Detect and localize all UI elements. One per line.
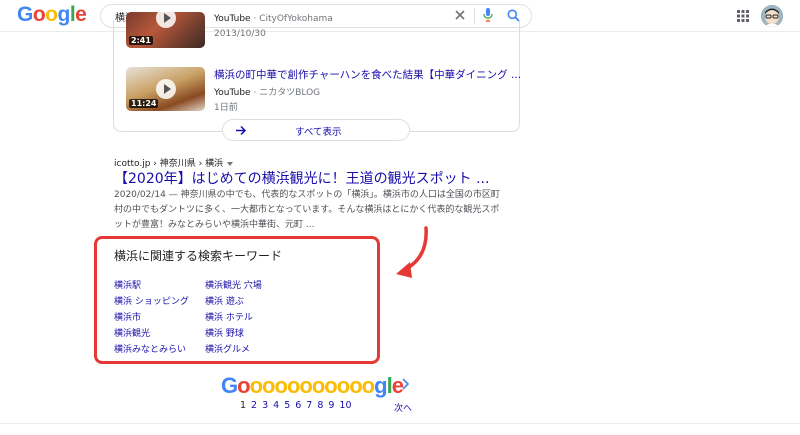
video-source-separator: ·: [250, 88, 260, 98]
video-title[interactable]: 横浜の町中華で創作チャーハンを食べた結果【中華ダイニング ...: [214, 67, 521, 82]
page-number-link[interactable]: 8: [317, 400, 323, 411]
video-date: 1日前: [214, 103, 238, 113]
related-search-link[interactable]: 横浜観光 穴場: [205, 278, 262, 291]
related-search-link[interactable]: 横浜市: [114, 310, 141, 323]
result-title-link[interactable]: 【2020年】はじめての横浜観光に！王道の観光スポット ...: [114, 168, 489, 188]
page-numbers: 1 2 3 4 5 6 7 8 9 10: [240, 400, 357, 411]
page-number-link[interactable]: 7: [306, 400, 312, 411]
logo-letter-e: e: [75, 3, 87, 26]
chevron-right-icon[interactable]: [401, 378, 409, 390]
video-duration: 11:24: [129, 99, 159, 108]
page-number-link[interactable]: 10: [339, 400, 351, 411]
video-channel: ニカタツBLOG: [259, 88, 321, 98]
logo-letter-g2: g: [57, 3, 71, 26]
video-source: YouTube · CityOfYokohama: [214, 14, 333, 24]
related-search-link[interactable]: 横浜 野球: [205, 326, 244, 339]
snippet-line: 2020/02/14 — 神奈川県の中でも、代表的なスポットの「横浜」。横浜市の…: [114, 190, 500, 200]
page-number-link[interactable]: 2: [251, 400, 257, 411]
next-page-link[interactable]: 次へ: [394, 401, 412, 414]
snippet-line: 村の中でもダントツに多く、一大都市となっています。そんな横浜はとにかく代表的な観…: [114, 205, 500, 215]
page-number-link[interactable]: 4: [273, 400, 279, 411]
related-search-link[interactable]: 横浜 遊ぶ: [205, 294, 244, 307]
show-all-button[interactable]: すべて表示: [222, 119, 410, 141]
logo-letter-g: G: [17, 3, 33, 26]
related-search-link[interactable]: 横浜観光: [114, 326, 150, 339]
logo-letter-o1: o: [32, 3, 46, 26]
related-search-link[interactable]: 横浜みなとみらい: [114, 342, 186, 355]
show-all-label: すべて表示: [295, 127, 342, 138]
related-search-link[interactable]: 横浜グルメ: [205, 342, 250, 355]
result-snippet: 2020/02/14 — 神奈川県の中でも、代表的なスポットの「横浜」。横浜市の…: [114, 188, 512, 233]
video-source-name: YouTube: [214, 14, 251, 24]
chevron-down-icon[interactable]: [227, 161, 234, 166]
video-source-name: YouTube: [214, 88, 251, 98]
related-search-link[interactable]: 横浜駅: [114, 278, 141, 291]
video-source-separator: ·: [250, 14, 260, 24]
page-number-current: 1: [240, 400, 247, 411]
related-search-link[interactable]: 横浜 ショッピング: [114, 294, 189, 307]
video-thumbnail[interactable]: 11:24: [126, 67, 205, 111]
related-searches-title: 横浜に関連する検索キーワード: [114, 249, 283, 263]
related-search-link[interactable]: 横浜 ホテル: [205, 310, 253, 323]
snippet-line: ットが豊富！みなとみらいや横浜中華街、元町 ...: [114, 220, 315, 230]
video-channel: CityOfYokohama: [259, 14, 333, 24]
video-results-card: 2:41 YouTube · CityOfYokohama 2013/10/30…: [113, 12, 521, 132]
footer-divider: [0, 423, 800, 424]
apps-grid-icon[interactable]: [737, 10, 749, 22]
video-duration: 2:41: [129, 36, 153, 45]
page-number-link[interactable]: 6: [295, 400, 301, 411]
video-date: 2013/10/30: [214, 29, 266, 39]
arrow-right-icon: [236, 125, 247, 136]
play-icon: [156, 79, 176, 99]
pagination-logo: Gooooooooooogle: [221, 373, 404, 398]
logo-letter-o2: o: [45, 3, 58, 26]
avatar-face-icon: [761, 5, 783, 27]
page-number-link[interactable]: 9: [328, 400, 334, 411]
avatar[interactable]: [761, 5, 783, 27]
google-logo[interactable]: Google: [17, 3, 87, 27]
video-thumbnail[interactable]: 2:41: [126, 12, 205, 48]
play-icon: [156, 12, 176, 28]
page-number-link[interactable]: 5: [284, 400, 290, 411]
red-arrow-annotation: [396, 226, 428, 278]
video-source: YouTube · ニカタツBLOG: [214, 85, 320, 98]
page-number-link[interactable]: 3: [262, 400, 268, 411]
